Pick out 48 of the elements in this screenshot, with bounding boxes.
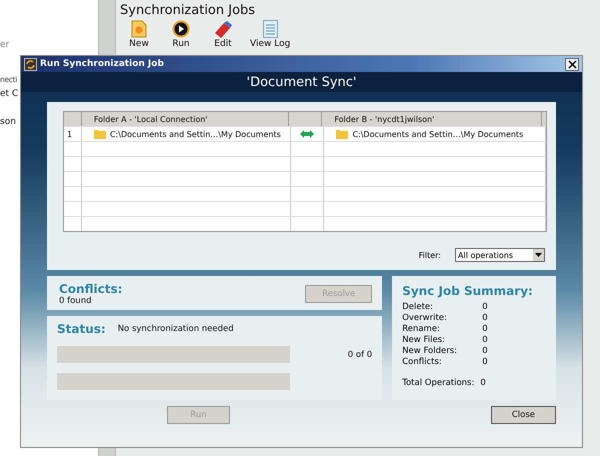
summary-label: Delete: bbox=[402, 302, 434, 313]
filter-label: Filter: bbox=[418, 250, 441, 260]
eraser-icon bbox=[213, 20, 233, 38]
dropdown-icon bbox=[535, 253, 542, 257]
sync-icon bbox=[24, 58, 37, 70]
filter-dropdown[interactable]: All operations bbox=[455, 248, 545, 262]
summary-label: Overwrite: bbox=[402, 313, 448, 324]
page-title: Synchronization Jobs bbox=[120, 3, 256, 18]
summary-value: 0 bbox=[482, 324, 489, 335]
section-title: Sync Job Summary: bbox=[402, 284, 534, 298]
toolbar-button[interactable]: Run bbox=[162, 20, 200, 49]
document-icon bbox=[131, 20, 147, 38]
section-title: Conflicts: bbox=[59, 282, 122, 296]
progress-reading: 0 of 0 bbox=[348, 350, 372, 360]
summary-value: 0 bbox=[482, 346, 489, 357]
summary-label: New Folders: bbox=[402, 346, 458, 357]
table-cell: C:\Documents and Settin…\My Documents bbox=[110, 130, 281, 138]
two-way-arrow-icon bbox=[300, 130, 314, 138]
summary-value: 0 bbox=[482, 357, 489, 368]
row-number: 1 bbox=[67, 130, 72, 138]
folder-icon bbox=[336, 129, 348, 139]
column-header: Folder B - 'nycdt1jwilson' bbox=[322, 112, 542, 126]
sidebar-text: er bbox=[0, 40, 10, 50]
summary-label: New Files: bbox=[402, 335, 446, 346]
toolbar-button[interactable]: Edit bbox=[204, 20, 242, 49]
section-title: Status: bbox=[57, 322, 106, 336]
dialog-button[interactable]: Close bbox=[490, 406, 556, 424]
folder-icon bbox=[94, 129, 106, 139]
toolbar-button[interactable]: View Log bbox=[246, 20, 294, 49]
toolbar-button[interactable]: New bbox=[120, 20, 158, 49]
conflicts-count: 0 found bbox=[59, 296, 92, 306]
dialog-heading: 'Document Sync' bbox=[21, 72, 582, 92]
summary-value: 0 bbox=[482, 302, 489, 313]
window-title: Run Synchronization Job bbox=[40, 59, 165, 69]
play-icon bbox=[172, 20, 190, 38]
sidebar-text: et C bbox=[0, 89, 18, 99]
close-icon[interactable] bbox=[565, 58, 579, 70]
summary-value: 0 bbox=[480, 378, 486, 388]
summary-label: Conflicts: bbox=[402, 357, 443, 368]
summary-value: 0 bbox=[482, 335, 489, 346]
table-cell: C:\Documents and Settin…\My Documents bbox=[352, 130, 524, 138]
summary-label: Rename: bbox=[402, 324, 441, 335]
summary-value: 0 bbox=[482, 313, 489, 324]
sidebar-text: son bbox=[0, 117, 16, 127]
column-header: Folder A - 'Local Connection' bbox=[82, 112, 289, 126]
summary-label: Total Operations: bbox=[402, 378, 474, 388]
status-message: No synchronization needed bbox=[118, 324, 234, 334]
log-icon bbox=[262, 20, 278, 38]
